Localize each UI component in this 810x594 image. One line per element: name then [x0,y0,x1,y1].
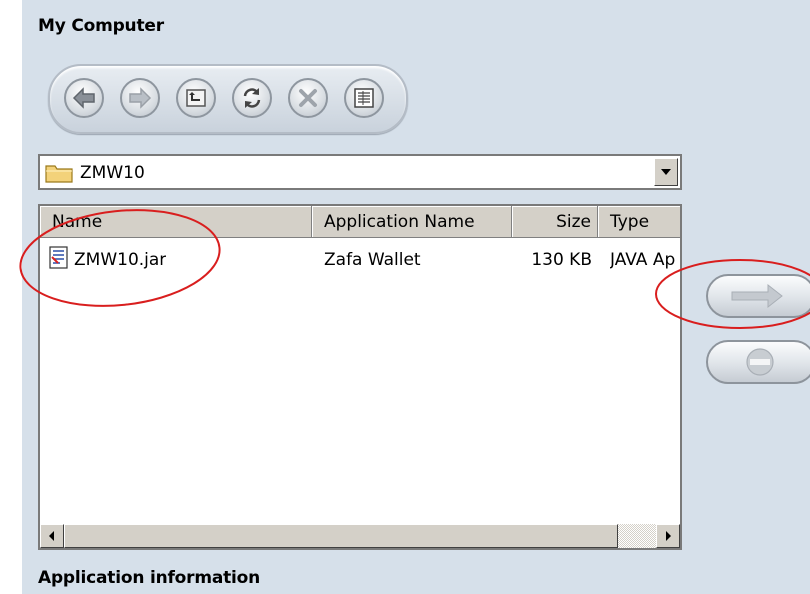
back-button[interactable] [64,78,104,118]
up-folder-icon [186,89,206,107]
column-header-size[interactable]: Size [512,206,598,238]
scroll-thumb[interactable] [64,524,618,548]
application-information-title: Application information [38,568,261,588]
remove-button[interactable] [706,340,810,384]
back-arrow-icon [72,87,95,109]
chevron-down-icon [661,169,671,175]
forward-arrow-icon [129,87,152,109]
my-computer-title: My Computer [38,16,164,36]
scroll-right-icon [666,531,671,541]
annotation-circle-file [19,209,221,307]
annotation-circle-install [655,259,810,329]
details-view-icon [354,88,374,108]
navigation-toolbar [48,64,408,134]
path-value: ZMW10 [80,163,145,183]
column-header-type[interactable]: Type [598,206,680,238]
scroll-left-button[interactable] [40,524,64,548]
view-button[interactable] [344,78,384,118]
scroll-right-button[interactable] [656,524,680,548]
column-header-application-name[interactable]: Application Name [312,206,512,238]
delete-button[interactable] [288,78,328,118]
remove-icon [746,348,774,376]
scroll-track[interactable] [618,524,656,548]
file-application-name: Zafa Wallet [324,250,421,270]
horizontal-scrollbar[interactable] [40,524,680,548]
delete-icon [299,89,317,107]
refresh-button[interactable] [232,78,272,118]
up-folder-button[interactable] [176,78,216,118]
forward-button[interactable] [120,78,160,118]
path-combo-box[interactable]: ZMW10 [38,154,682,190]
folder-icon [45,165,73,183]
file-size: 130 KB [531,250,592,270]
path-dropdown-button[interactable] [654,158,678,186]
scroll-left-icon [49,531,54,541]
refresh-icon [243,88,261,108]
